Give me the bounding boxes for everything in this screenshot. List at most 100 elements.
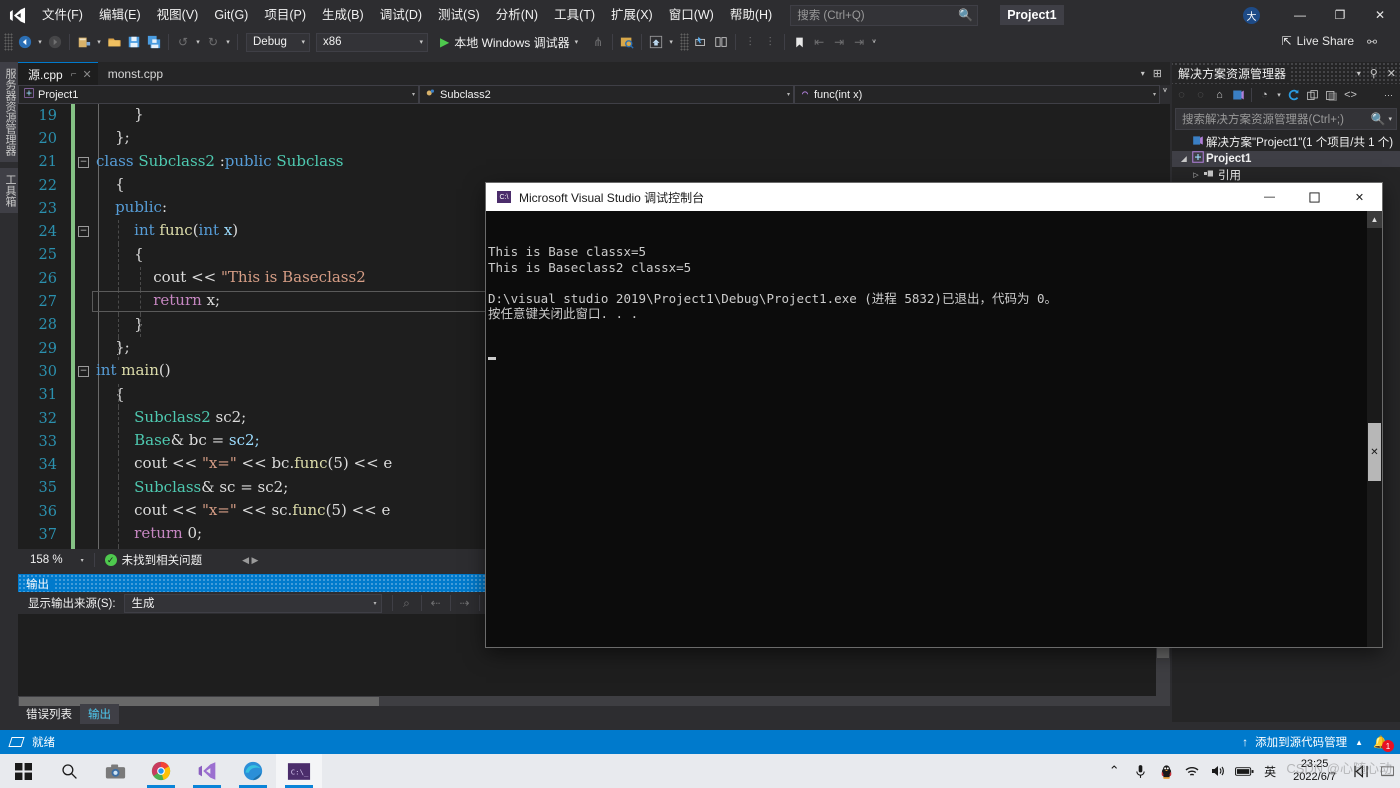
menu-debug[interactable]: 调试(D) <box>372 5 430 26</box>
back-dropdown-caret-icon[interactable]: ▾ <box>35 38 45 46</box>
tab-list-caret-icon[interactable]: ▾ <box>1133 69 1153 78</box>
fold-toggle-icon[interactable]: − <box>78 226 89 238</box>
taskbar-camera-app[interactable] <box>92 754 138 788</box>
dock-tab-error-list[interactable]: 错误列表 <box>18 704 80 724</box>
console-title-bar[interactable]: C:\ Microsoft Visual Studio 调试控制台 — ✕ <box>486 183 1382 211</box>
taskbar-console-app[interactable]: C:\_ <box>276 754 322 788</box>
code-line[interactable]: 20 }; <box>18 127 1153 150</box>
menu-file[interactable]: 文件(F) <box>34 5 91 26</box>
refresh-icon[interactable] <box>1284 86 1303 105</box>
save-all-icon[interactable] <box>144 32 164 52</box>
tree-twisty-icon[interactable]: ◢ <box>1178 155 1190 163</box>
close-tab-icon[interactable]: ✕ <box>83 68 92 81</box>
chevron-down-icon[interactable]: ▾ <box>1388 115 1392 123</box>
chevron-up-icon[interactable]: ⌃ <box>1101 754 1127 788</box>
add-to-source-control-button[interactable]: 添加到源代码管理 <box>1255 734 1347 750</box>
chevron-down-icon[interactable]: ▾ <box>575 38 579 46</box>
menu-window[interactable]: 窗口(W) <box>661 5 722 26</box>
menu-build[interactable]: 生成(B) <box>314 5 372 26</box>
bookmark-icon[interactable] <box>789 32 809 52</box>
chevron-down-icon[interactable]: ▾ <box>1274 86 1284 105</box>
pin-pane-icon[interactable]: ⚲ <box>1370 67 1378 80</box>
tree-item[interactable]: ◢ Project1 <box>1172 150 1400 167</box>
save-icon[interactable] <box>124 32 144 52</box>
notifications-button[interactable]: 🔔 1 <box>1373 735 1394 752</box>
show-desktop-icon[interactable] <box>1374 754 1400 788</box>
navbar-project-select[interactable]: Project1 ▾ <box>18 85 419 104</box>
toolbar-grip[interactable] <box>4 33 13 51</box>
taskbar-start-button[interactable] <box>0 754 46 788</box>
dock-tab-server-explorer[interactable]: 服务器资源管理器 <box>0 62 20 162</box>
qq-penguin-icon[interactable] <box>1153 754 1179 788</box>
issue-nav-icon[interactable]: ◀ ▶ <box>242 555 258 566</box>
live-share-invite-icon[interactable]: ⚯ <box>1362 32 1382 52</box>
editor-tab-source-cpp[interactable]: 源.cpp ⌐ ✕ <box>18 62 98 85</box>
volume-icon[interactable] <box>1205 754 1231 788</box>
solution-platform-select[interactable]: x86 ▾ <box>316 32 428 52</box>
solution-tree[interactable]: 解决方案"Project1"(1 个项目/共 1 个) ◢ Project1 ▷ 引用 <box>1172 133 1400 184</box>
live-share-button[interactable]: ⇱ Live Share <box>1282 34 1354 48</box>
editor-tab-monst-cpp[interactable]: monst.cpp <box>98 62 169 85</box>
toolbar-grip[interactable] <box>680 33 690 51</box>
find-in-files-icon[interactable] <box>617 32 637 52</box>
start-debugging-button[interactable]: ▶ 本地 Windows 调试器 ▾ <box>436 34 582 51</box>
taskbar-visual-studio-app[interactable] <box>184 754 230 788</box>
navbar-type-select[interactable]: Subclass2 ▾ <box>419 85 794 104</box>
tree-twisty-icon[interactable]: ▷ <box>1190 171 1202 179</box>
wifi-icon[interactable] <box>1179 754 1205 788</box>
new-project-icon[interactable] <box>74 32 94 52</box>
menu-edit[interactable]: 编辑(E) <box>91 5 149 26</box>
toolbar-overflow-icon[interactable]: ⩛ <box>869 38 879 46</box>
collapse-all-icon[interactable] <box>1303 86 1322 105</box>
global-search[interactable]: 搜索 (Ctrl+Q) 🔍 <box>790 4 979 26</box>
menu-help[interactable]: 帮助(H) <box>722 5 780 26</box>
debug-console-window[interactable]: C:\ Microsoft Visual Studio 调试控制台 — ✕ Th… <box>486 183 1382 647</box>
console-output[interactable]: This is Base classx=5 This is Baseclass2 … <box>486 211 1367 647</box>
scroll-up-icon[interactable]: ▲ <box>1367 211 1382 228</box>
toolbar-overflow-icon[interactable]: ⋯ <box>1379 86 1398 105</box>
tree-item[interactable]: 解决方案"Project1"(1 个项目/共 1 个) <box>1172 134 1400 151</box>
split-window-icon[interactable] <box>711 32 731 52</box>
pin-tab-icon[interactable]: ⌐ <box>71 69 77 80</box>
pointer-window-icon[interactable] <box>691 32 711 52</box>
navigate-backward-icon[interactable] <box>15 32 35 52</box>
solution-configuration-select[interactable]: Debug ▾ <box>246 32 310 52</box>
media-icon[interactable] <box>1348 754 1374 788</box>
zoom-level-select[interactable]: 158 % ▾ <box>30 554 84 566</box>
microphone-icon[interactable] <box>1127 754 1153 788</box>
battery-icon[interactable] <box>1231 754 1257 788</box>
fold-toggle-icon[interactable]: − <box>78 156 89 168</box>
restore-button[interactable]: ❐ <box>1320 0 1360 30</box>
solution-search-input[interactable]: 搜索解决方案资源管理器(Ctrl+;) <box>1182 111 1371 127</box>
new-dropdown-caret-icon[interactable]: ▾ <box>94 38 104 46</box>
console-scroll-thumb[interactable]: ✕ <box>1368 423 1381 481</box>
console-close-button[interactable]: ✕ <box>1337 183 1382 211</box>
issue-status[interactable]: ✓ 未找到相关问题 <box>104 552 202 568</box>
navbar-overflow-icon[interactable]: ⩛ <box>1160 85 1170 104</box>
solution-root-icon[interactable] <box>1229 86 1248 105</box>
fold-toggle-icon[interactable]: − <box>78 366 89 378</box>
view-code-icon[interactable]: <> <box>1341 86 1360 105</box>
console-minimize-button[interactable]: — <box>1247 183 1292 211</box>
chevron-up-icon[interactable]: ▲ <box>1355 738 1363 747</box>
output-source-select[interactable]: 生成 ▾ <box>123 593 382 613</box>
close-pane-icon[interactable]: ✕ <box>1387 67 1396 80</box>
solution-home-icon[interactable] <box>646 32 666 52</box>
ime-english-icon[interactable]: 英 <box>1257 754 1283 788</box>
menu-git[interactable]: Git(G) <box>206 5 256 26</box>
menu-view[interactable]: 视图(V) <box>149 5 207 26</box>
navbar-member-select[interactable]: func(int x) ▾ <box>794 85 1160 104</box>
tree-item[interactable]: ▷ 引用 <box>1172 167 1400 184</box>
close-button[interactable]: ✕ <box>1360 0 1400 30</box>
menu-extensions[interactable]: 扩展(X) <box>603 5 661 26</box>
menu-analyze[interactable]: 分析(N) <box>488 5 546 26</box>
code-line[interactable]: 19 } <box>18 104 1153 127</box>
maximize-document-icon[interactable]: ⊞ <box>1153 67 1170 80</box>
menu-tools[interactable]: 工具(T) <box>546 5 603 26</box>
pane-menu-caret-icon[interactable]: ▾ <box>1357 69 1361 78</box>
home-caret-icon[interactable]: ▾ <box>666 38 676 46</box>
minimize-button[interactable]: — <box>1280 0 1320 30</box>
code-line[interactable]: 21 − class Subclass2 :public Subclass <box>18 151 1153 174</box>
taskbar-edge-app[interactable] <box>230 754 276 788</box>
pending-changes-icon[interactable]: ◔ <box>1255 86 1274 105</box>
